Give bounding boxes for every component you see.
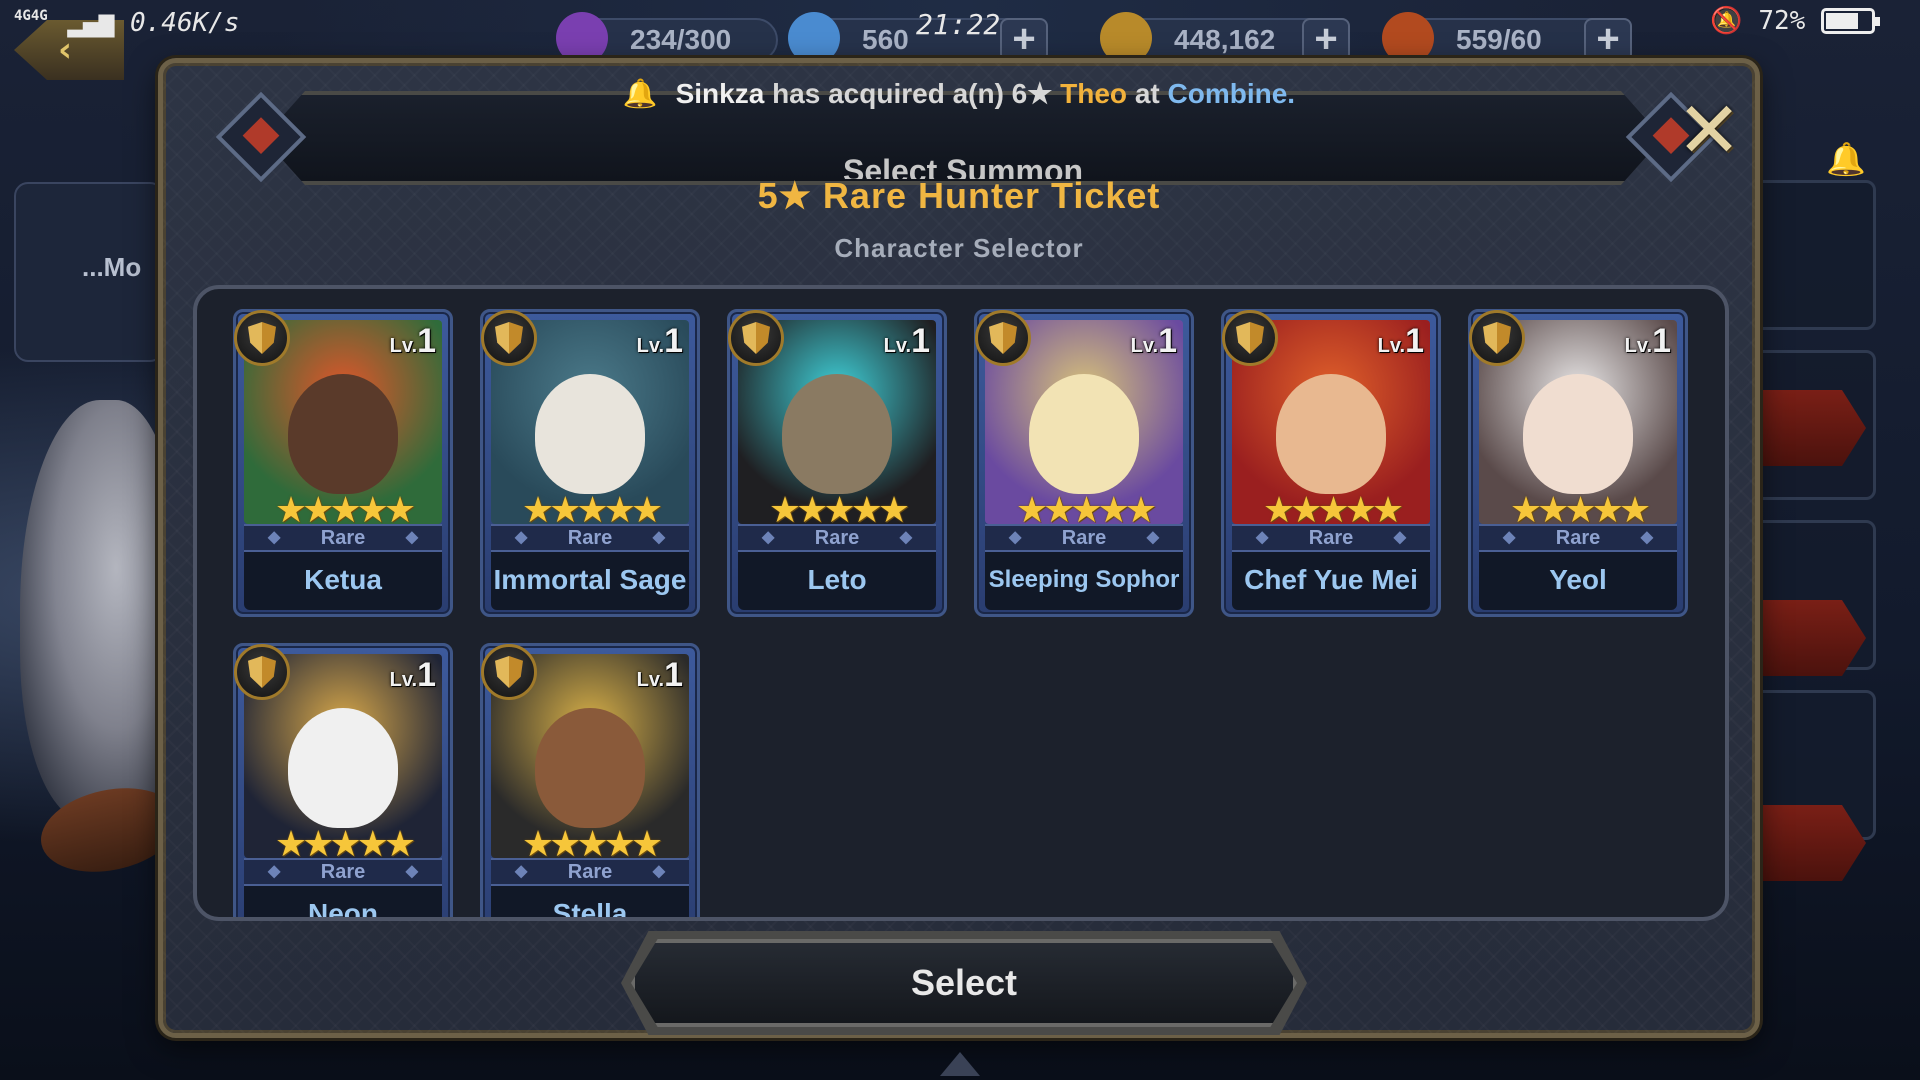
- character-card[interactable]: Lv.1 ★★★★★ Rare Immortal Sage: [480, 309, 700, 617]
- level-label: Lv.1: [1624, 322, 1671, 360]
- character-card[interactable]: Lv.1 ★★★★★ Rare Leto: [727, 309, 947, 617]
- character-card[interactable]: Lv.1 ★★★★★ Rare Chef Yue Mei: [1221, 309, 1441, 617]
- star-rating: ★★★★★: [768, 490, 910, 531]
- level-label: Lv.1: [389, 322, 436, 360]
- acquisition-notice: 🔔 Sinkza has acquired a(n) 6★ Theo at Co…: [163, 77, 1755, 110]
- notice-bell-icon: 🔔: [622, 78, 658, 109]
- shield-class-icon: [975, 310, 1031, 366]
- battery-percent: 72%: [1758, 6, 1806, 36]
- dialog-title: 5★ Rare Hunter Ticket: [757, 175, 1161, 216]
- character-name: Yeol: [1479, 552, 1677, 610]
- portrait-face: [1276, 374, 1386, 494]
- character-grid-frame[interactable]: Lv.1 ★★★★★ Rare Ketua Lv.1 ★★★★★ Rare Im…: [193, 285, 1729, 921]
- level-value: 1: [1158, 322, 1177, 360]
- character-card[interactable]: Lv.1 ★★★★★ Rare Neon: [233, 643, 453, 917]
- rail-arrow: [1746, 390, 1866, 466]
- star-rating: ★★★★★: [274, 490, 416, 531]
- battery-icon: [1821, 8, 1881, 34]
- level-value: 1: [417, 322, 436, 360]
- level-label: Lv.1: [1130, 322, 1177, 360]
- shield-class-icon: [1222, 310, 1278, 366]
- network-type: 4G4G: [14, 8, 48, 24]
- battery-fill: [1826, 13, 1859, 29]
- star-rating: ★★★★★: [1015, 490, 1157, 531]
- shield-class-icon: [234, 310, 290, 366]
- level-value: 1: [664, 322, 683, 360]
- level-value: 1: [911, 322, 930, 360]
- level-value: 1: [664, 656, 683, 694]
- status-bar: 4G4G ▂▄▆ 0.46K/s 21:22 🔕 72%: [0, 0, 1920, 54]
- notice-hero: Theo: [1060, 78, 1128, 109]
- level-label: Lv.1: [636, 656, 683, 694]
- character-name: Stella: [491, 886, 689, 917]
- select-button[interactable]: Select: [631, 939, 1297, 1027]
- notice-player: Sinkza: [675, 78, 765, 109]
- bell-icon: 🔔: [1826, 140, 1866, 178]
- level-label: Lv.1: [389, 656, 436, 694]
- star-rating: ★★★★★: [1509, 490, 1651, 531]
- character-name: Leto: [738, 552, 936, 610]
- level-label: Lv.1: [883, 322, 930, 360]
- owl-character-image: [20, 400, 180, 820]
- mute-bell-icon: 🔕: [1710, 6, 1743, 36]
- star-rating: ★★★★★: [274, 824, 416, 865]
- summon-selector-dialog: Select Summon 🔔 Sinkza has acquired a(n)…: [158, 58, 1760, 1038]
- star-rating: ★★★★★: [1262, 490, 1404, 531]
- status-right: 🔕 72%: [1710, 6, 1881, 36]
- character-name: Ketua: [244, 552, 442, 610]
- character-card[interactable]: Lv.1 ★★★★★ Rare Sleeping Sophor: [974, 309, 1194, 617]
- portrait-face: [1523, 374, 1633, 494]
- left-side-panel: ...Mo: [14, 182, 164, 362]
- shield-class-icon: [1469, 310, 1525, 366]
- notice-text-2: at: [1134, 78, 1160, 109]
- left-panel-label: ...Mo: [82, 252, 142, 282]
- level-value: 1: [1405, 322, 1424, 360]
- shield-class-icon: [234, 644, 290, 700]
- character-card[interactable]: Lv.1 ★★★★★ Rare Yeol: [1468, 309, 1688, 617]
- clock: 21:22: [916, 8, 1001, 41]
- level-value: 1: [1652, 322, 1671, 360]
- star-rating: ★★★★★: [521, 824, 663, 865]
- star-rating: ★★★★★: [521, 490, 663, 531]
- shield-class-icon: [481, 644, 537, 700]
- character-grid: Lv.1 ★★★★★ Rare Ketua Lv.1 ★★★★★ Rare Im…: [233, 309, 1693, 917]
- character-name: Immortal Sage: [491, 552, 689, 610]
- portrait-face: [1029, 374, 1139, 494]
- level-label: Lv.1: [636, 322, 683, 360]
- network-speed: 0.46K/s: [130, 8, 240, 38]
- shield-class-icon: [728, 310, 784, 366]
- portrait-face: [288, 708, 398, 828]
- rail-arrow: [1746, 600, 1866, 676]
- shield-class-icon: [481, 310, 537, 366]
- character-name: Neon: [244, 886, 442, 917]
- dialog-subtitle: Character Selector: [834, 233, 1084, 263]
- level-value: 1: [417, 656, 436, 694]
- portrait-face: [782, 374, 892, 494]
- network-status: 4G4G ▂▄▆ 0.46K/s: [14, 8, 240, 38]
- signal-icon: ▂▄▆: [67, 8, 115, 38]
- portrait-face: [288, 374, 398, 494]
- character-card[interactable]: Lv.1 ★★★★★ Rare Ketua: [233, 309, 453, 617]
- level-label: Lv.1: [1377, 322, 1424, 360]
- character-name: Sleeping Sophor: [985, 552, 1183, 610]
- character-name: Chef Yue Mei: [1232, 552, 1430, 610]
- portrait-face: [535, 708, 645, 828]
- character-card[interactable]: Lv.1 ★★★★★ Rare Stella: [480, 643, 700, 917]
- notice-place: Combine.: [1167, 78, 1296, 109]
- rail-arrow: [1746, 805, 1866, 881]
- notice-text-1: has acquired a(n) 6★: [772, 78, 1053, 109]
- portrait-face: [535, 374, 645, 494]
